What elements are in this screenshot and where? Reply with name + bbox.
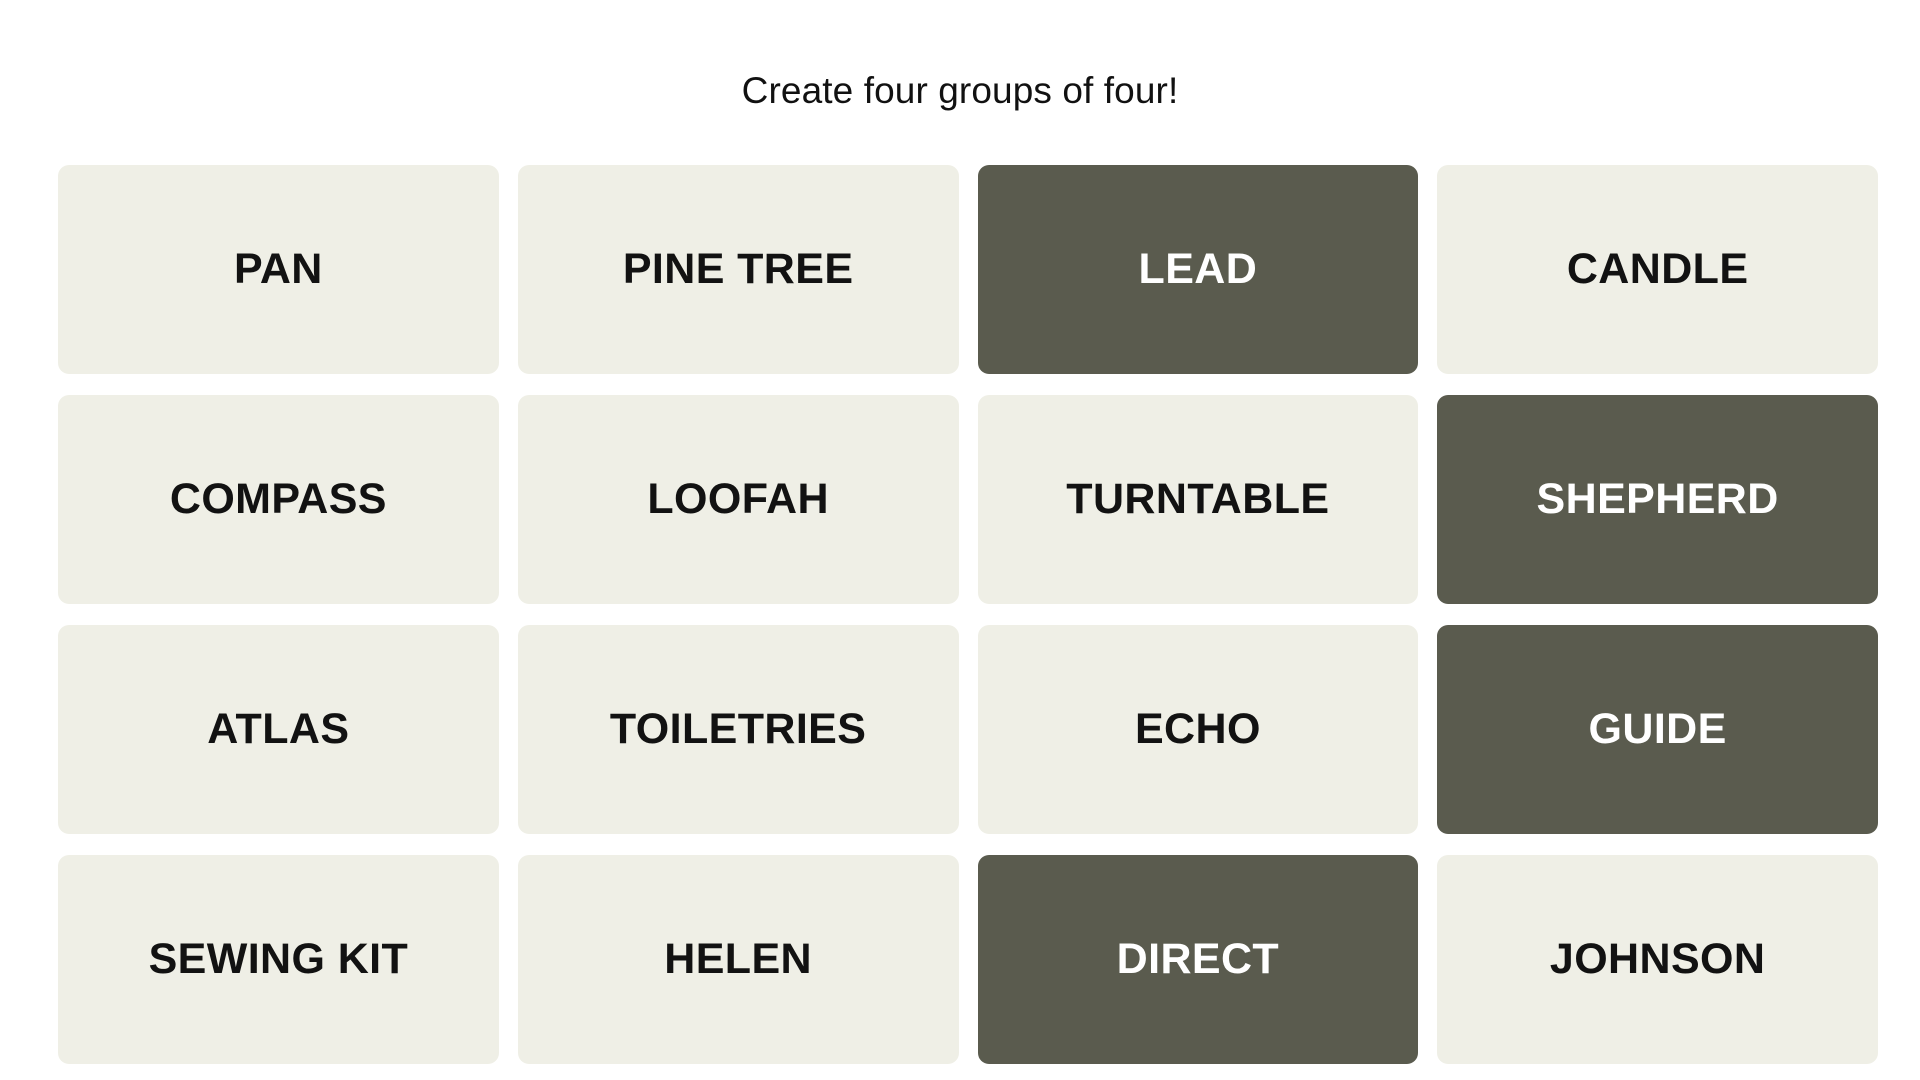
word-tile[interactable]: ATLAS — [58, 625, 499, 834]
word-tile[interactable]: PINE TREE — [517, 165, 959, 374]
word-tile[interactable]: SEWING KIT — [58, 855, 499, 1064]
word-tile[interactable]: DIRECT — [977, 855, 1419, 1064]
word-tile[interactable]: PAN — [58, 165, 499, 374]
word-tile[interactable]: COMPASS — [58, 395, 499, 604]
word-tile[interactable]: JOHNSON — [1437, 855, 1878, 1064]
word-tile-label: PAN — [233, 244, 323, 293]
word-tile-label: HELEN — [664, 934, 812, 983]
word-tile-label: SEWING KIT — [148, 934, 409, 983]
word-grid: PAN PINE TREE LEAD CANDLE COMPASS LOOFAH TURNT… — [58, 165, 1878, 1064]
word-tile-label: DIRECT — [1116, 934, 1280, 983]
word-tile-label: SHEPHERD — [1536, 474, 1779, 523]
connections-game: Create four groups of four! PAN PINE TREE… — [0, 0, 1920, 1080]
word-tile-label: LOOFAH — [647, 474, 829, 523]
word-tile-label: CANDLE — [1566, 244, 1749, 293]
word-tile[interactable]: SHEPHERD — [1437, 395, 1878, 604]
word-tile[interactable]: LOOFAH — [517, 395, 959, 604]
word-tile-label: TOILETRIES — [609, 704, 867, 753]
header: Create four groups of four! — [0, 0, 1920, 136]
word-tile-label: COMPASS — [169, 474, 387, 523]
word-tile-label: PINE TREE — [622, 244, 854, 293]
word-tile[interactable]: GUIDE — [1437, 625, 1878, 834]
word-tile[interactable]: LEAD — [977, 165, 1419, 374]
word-tile-label: JOHNSON — [1549, 934, 1766, 983]
word-tile[interactable]: TURNTABLE — [977, 395, 1419, 604]
word-tile[interactable]: ECHO — [977, 625, 1419, 834]
word-tile[interactable]: TOILETRIES — [517, 625, 959, 834]
word-tile-label: GUIDE — [1588, 704, 1727, 753]
page-title: Create four groups of four! — [741, 69, 1179, 111]
word-tile-label: TURNTABLE — [1066, 474, 1330, 523]
word-tile-label: ECHO — [1134, 704, 1261, 753]
word-tile-label: LEAD — [1138, 244, 1258, 293]
word-tile[interactable]: HELEN — [517, 855, 959, 1064]
word-tile-label: ATLAS — [207, 704, 350, 753]
word-tile[interactable]: CANDLE — [1437, 165, 1878, 374]
